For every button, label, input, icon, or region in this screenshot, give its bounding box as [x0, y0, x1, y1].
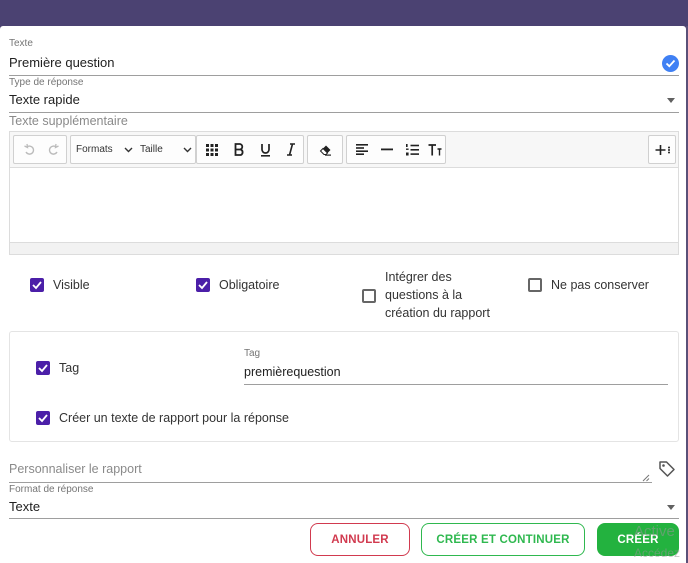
tag-input[interactable]: Tag premièrequestion	[244, 348, 668, 385]
customize-report-placeholder: Personnaliser le rapport	[9, 462, 142, 476]
chevron-down-icon	[183, 147, 192, 152]
checkmark-icon	[198, 281, 208, 290]
bold-icon[interactable]	[227, 136, 251, 163]
chevron-down-icon	[124, 147, 133, 152]
formats-label: Formats	[76, 144, 113, 155]
underline-icon[interactable]	[253, 136, 277, 163]
editor-toolbar: Formats Taille	[10, 132, 678, 168]
align-left-icon[interactable]	[350, 136, 374, 163]
visible-label: Visible	[53, 278, 90, 292]
checkmark-icon	[38, 414, 48, 423]
insert-more-icon[interactable]	[651, 136, 675, 163]
editor-content-area[interactable]	[10, 168, 678, 242]
style-group	[196, 135, 304, 164]
integrate-label-line: questions à la	[385, 288, 463, 302]
checkmark-icon	[32, 281, 42, 290]
response-format-value: Texte	[9, 499, 41, 514]
numbered-list-icon[interactable]	[400, 136, 424, 163]
clear-group	[307, 135, 343, 164]
tag-underline	[244, 384, 668, 385]
eraser-icon[interactable]	[313, 136, 337, 163]
mandatory-label: Obligatoire	[219, 278, 280, 292]
cancel-button[interactable]: ANNULER	[310, 523, 410, 556]
tag-checkbox-label: Tag	[59, 361, 80, 375]
report-text-checkbox[interactable]	[36, 411, 50, 425]
tag-icon[interactable]	[658, 460, 676, 483]
integrate-checkbox[interactable]	[362, 289, 376, 303]
response-type-value: Texte rapide	[9, 92, 80, 107]
check-circle-icon	[662, 55, 679, 72]
customize-report-underline	[9, 482, 652, 483]
response-type-select[interactable]: Type de réponse Texte rapide	[9, 77, 679, 113]
italic-icon[interactable]	[279, 136, 303, 163]
create-continue-button[interactable]: CRÉER ET CONTINUER	[421, 523, 585, 556]
size-dropdown[interactable]: Taille	[140, 136, 192, 163]
no-keep-checkbox[interactable]	[528, 278, 542, 292]
report-text-label: Créer un texte de rapport pour la répons…	[59, 411, 289, 425]
rich-text-editor: Formats Taille	[9, 131, 679, 255]
chevron-down-icon[interactable]	[667, 98, 675, 103]
customize-report-input[interactable]: Personnaliser le rapport	[9, 458, 652, 483]
activation-watermark-sub: Accédez	[634, 546, 681, 560]
tag-panel: Tag Tag premièrequestion Créer un texte …	[9, 331, 679, 442]
question-text-field[interactable]: Texte Première question	[9, 38, 679, 76]
format-group: Formats Taille	[70, 135, 196, 164]
integrate-label-line: création du rapport	[385, 306, 490, 320]
redo-icon[interactable]	[42, 136, 64, 163]
formats-dropdown[interactable]: Formats	[76, 136, 133, 163]
chevron-down-icon[interactable]	[667, 505, 675, 510]
extra-text-label: Texte supplémentaire	[9, 114, 128, 128]
tag-field-label: Tag	[244, 348, 261, 359]
response-format-underline	[9, 518, 679, 519]
paragraph-group	[346, 135, 446, 164]
more-group	[648, 135, 676, 164]
activation-watermark: Active	[634, 523, 675, 540]
mandatory-checkbox[interactable]	[196, 278, 210, 292]
window-top-strip	[0, 0, 688, 26]
horizontal-rule-icon[interactable]	[375, 136, 399, 163]
question-text-label: Texte	[9, 38, 33, 49]
integrate-label: Intégrer des questions à la création du …	[385, 268, 490, 322]
response-type-label: Type de réponse	[9, 77, 84, 88]
response-type-underline	[9, 112, 679, 113]
editor-statusbar	[10, 242, 678, 254]
response-format-label: Format de réponse	[9, 484, 94, 495]
text-size-icon[interactable]	[423, 136, 447, 163]
question-dialog: Texte Première question Type de réponse …	[0, 26, 686, 563]
undo-icon[interactable]	[18, 136, 40, 163]
table-icon[interactable]	[200, 136, 224, 163]
no-keep-label: Ne pas conserver	[551, 278, 649, 292]
visible-checkbox[interactable]	[30, 278, 44, 292]
question-text-value[interactable]: Première question	[9, 55, 115, 70]
integrate-label-line: Intégrer des	[385, 270, 452, 284]
response-format-select[interactable]: Format de réponse Texte	[9, 484, 679, 519]
tag-checkbox[interactable]	[36, 361, 50, 375]
question-text-underline	[9, 75, 679, 76]
history-group	[13, 135, 67, 164]
size-label: Taille	[140, 144, 163, 155]
tag-field-value[interactable]: premièrequestion	[244, 365, 341, 379]
checkmark-icon	[38, 364, 48, 373]
